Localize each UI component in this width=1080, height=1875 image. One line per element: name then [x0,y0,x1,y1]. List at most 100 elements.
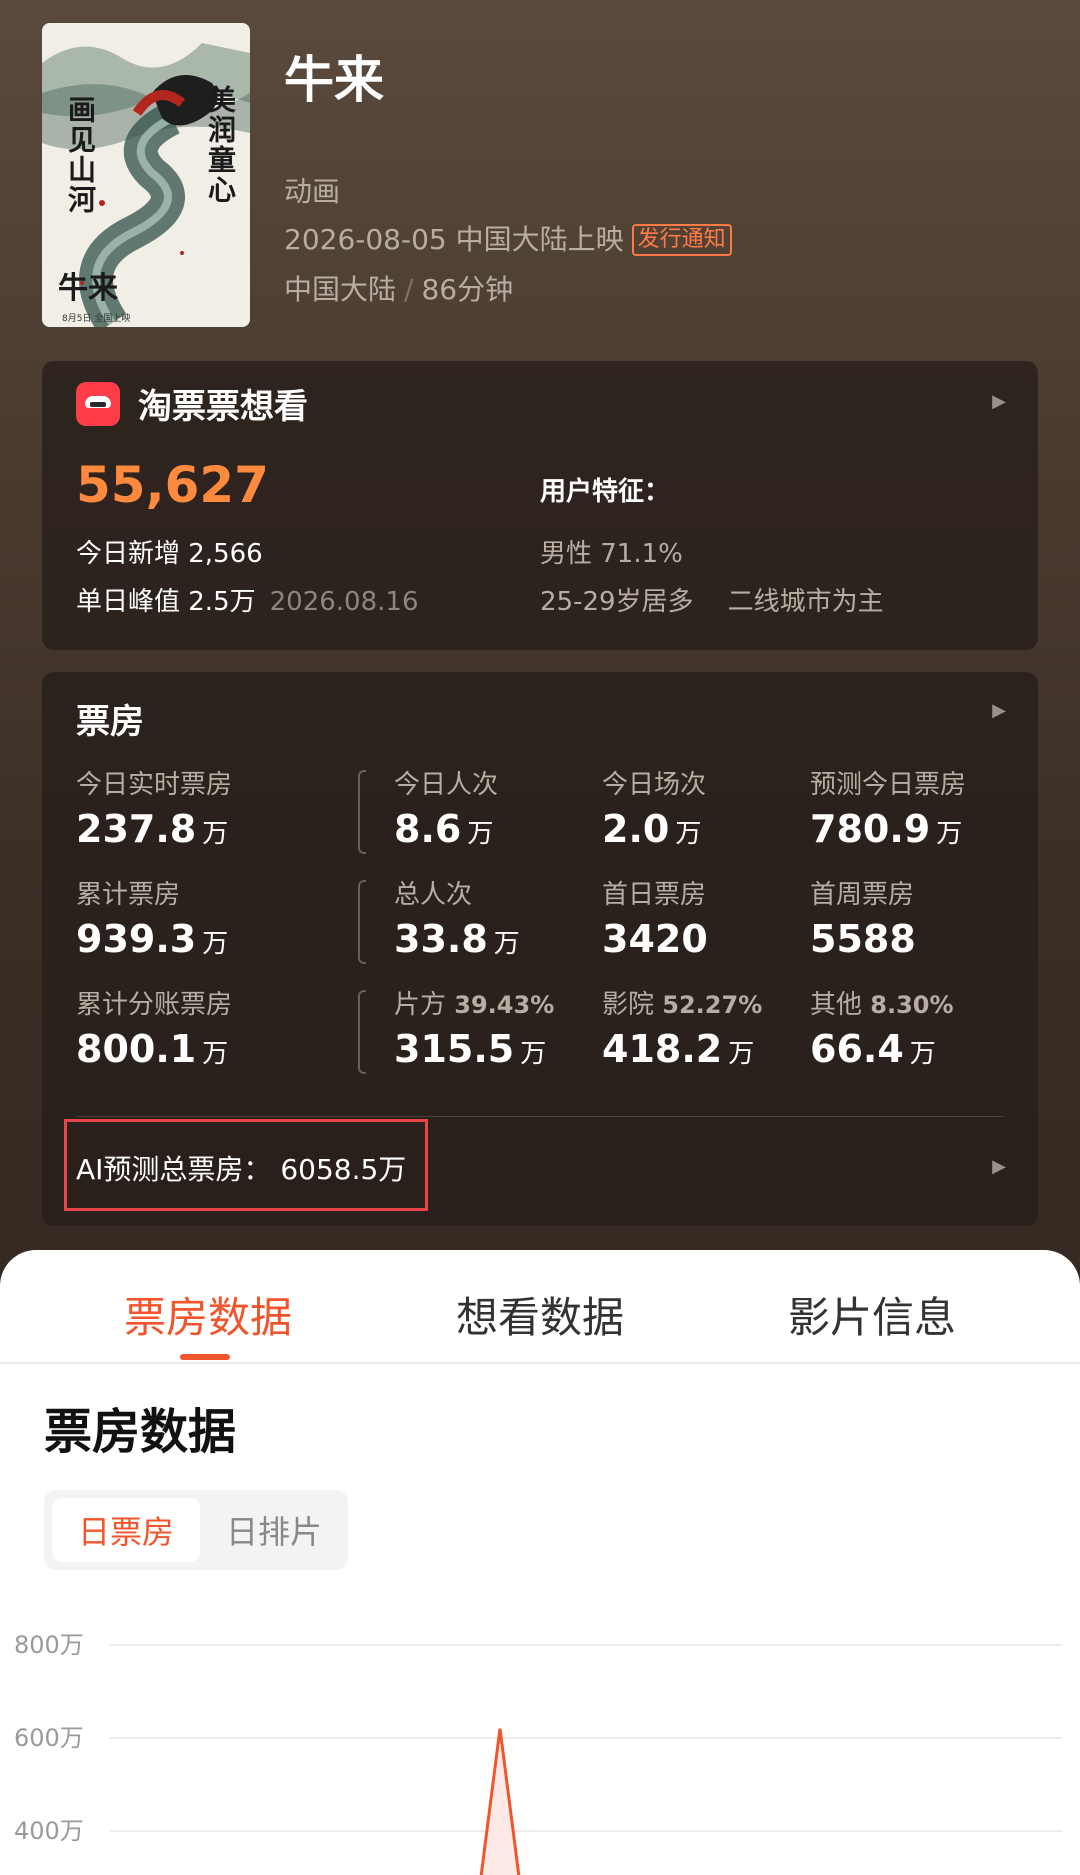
stat-unit: 万 [202,929,229,959]
stat-number: 418.2 [602,1027,723,1071]
stat-value: 315.5 万 [394,1027,554,1071]
tab-movie-info[interactable]: 影片信息 [788,1284,956,1345]
stat-label: 今日人次 [394,770,499,800]
stat-unit: 万 [520,1039,547,1069]
stat-label: 预测今日票房 [810,770,967,800]
stat-cinema-share: 影院 52.27% 418.2 万 [602,984,762,1071]
stat-label: 累计票房 [76,880,181,910]
stat-value: 800.1 万 [76,1027,232,1071]
stat-unit: 万 [493,929,520,959]
stat-number: 237.8 [76,807,197,851]
movie-genre: 动画 [284,175,341,208]
taopiaopiao-logo-icon [76,382,120,426]
user-gender: 男性 71.1% [540,539,683,569]
stat-today-boxoffice: 今日实时票房 237.8 万 [76,764,232,851]
stat-number: 2.0 [602,807,670,851]
poster-tagline-left: 画见山河 [64,95,97,215]
want-peak-date: 2026.08.16 [269,587,419,617]
boxoffice-title: 票房 [76,702,144,742]
stat-unit: 万 [728,1039,755,1069]
y-tick-label: 800万 [14,1631,84,1659]
chevron-right-icon[interactable]: ▶ [992,391,1006,412]
stat-value: 33.8 万 [394,917,520,961]
stat-value: 8.6 万 [394,807,498,851]
toggle-daily-schedule[interactable]: 日排片 [208,1498,340,1562]
stat-label-text: 其他 [810,990,863,1020]
stat-value: 780.9 万 [810,807,966,851]
stat-first-week: 首周票房 5588 [810,874,916,961]
stat-unit: 万 [675,819,702,849]
stat-forecast-today: 预测今日票房 780.9 万 [810,764,966,851]
movie-release: 2026-08-05 中国大陆上映 发行通知 [284,218,732,258]
stat-label: 首周票房 [810,880,915,910]
stat-number: 8.6 [394,807,462,851]
stat-first-day: 首日票房 3420 [602,874,708,961]
y-tick-label: 400万 [14,1817,84,1845]
want-peak: 单日峰值 2.5万 [76,587,256,617]
tab-boxoffice-data[interactable]: 票房数据 [124,1284,292,1345]
stat-number: 5588 [810,917,916,961]
stat-value: 5588 [810,917,916,961]
movie-title: 牛来 [284,51,384,109]
stat-number: 66.4 [810,1027,904,1071]
chevron-right-icon[interactable]: ▶ [992,1156,1006,1177]
toggle-daily-boxoffice[interactable]: 日票房 [52,1498,200,1562]
data-panel: 票房数据 想看数据 影片信息 票房数据 日票房 日排片 800万 600万 400万 [0,1250,1080,1875]
stat-divider [358,880,366,964]
stat-number: 780.9 [810,807,931,851]
stat-value: 2.0 万 [602,807,706,851]
stat-number: 939.3 [76,917,197,961]
boxoffice-card[interactable]: 票房 ▶ 今日实时票房 237.8 万 今日人次 8.6 万 今日场次 2.0 万 预… [42,672,1038,1226]
movie-country: 中国大陆 [284,273,397,306]
stat-percent: 52.27% [662,991,763,1019]
release-badge[interactable]: 发行通知 [631,224,732,256]
boxoffice-line-chart: 800万 600万 400万 [14,1631,1062,1875]
stat-value: 418.2 万 [602,1027,762,1071]
want-today-new: 今日新增 2,566 [76,539,263,569]
stat-value: 66.4 万 [810,1027,954,1071]
stat-value: 3420 [602,917,708,961]
stat-divider [358,990,366,1074]
stat-unit: 万 [202,1039,229,1069]
movie-poster[interactable]: 美润童心 画见山河 牛来 8月5日 全国上映 [42,23,250,327]
stat-unit: 万 [467,819,494,849]
stat-today-admissions: 今日人次 8.6 万 [394,764,498,851]
divider [0,1362,1080,1364]
stat-label-text: 影院 [602,990,655,1020]
tab-active-indicator [180,1354,230,1360]
stat-label: 首日票房 [602,880,707,910]
user-features-title: 用户特征： [540,477,671,507]
divider [76,1116,1004,1117]
want-peak-row: 单日峰值 2.5万 2026.08.16 [76,581,419,618]
stat-label: 累计分账票房 [76,990,233,1020]
stat-other-share: 其他 8.30% 66.4 万 [810,984,954,1071]
stat-label: 影院 52.27% [602,984,762,1021]
want-title: 淘票票想看 [138,387,308,427]
stat-value: 237.8 万 [76,807,232,851]
movie-country-duration: 中国大陆/86分钟 [284,268,513,308]
ai-forecast-text[interactable]: AI预测总票房： 6058.5万 [76,1148,406,1188]
user-age: 25-29岁居多 [540,587,694,617]
stat-number: 33.8 [394,917,488,961]
movie-duration: 86分钟 [421,273,514,306]
stat-label: 今日实时票房 [76,770,233,800]
chevron-right-icon[interactable]: ▶ [992,700,1006,721]
stat-number: 800.1 [76,1027,197,1071]
tab-want-data[interactable]: 想看数据 [456,1284,624,1345]
stat-today-screenings: 今日场次 2.0 万 [602,764,706,851]
y-tick-label: 600万 [14,1724,84,1752]
want-count: 55,627 [76,456,269,514]
stat-label: 其他 8.30% [810,984,954,1021]
stat-total-admissions: 总人次 33.8 万 [394,874,520,961]
stat-label: 片方 39.43% [394,984,554,1021]
stat-label-text: 片方 [394,990,447,1020]
stat-unit: 万 [909,1039,936,1069]
separator: / [404,273,414,306]
stat-unit: 万 [936,819,963,849]
stat-value: 939.3 万 [76,917,228,961]
poster-date: 8月5日 全国上映 [62,314,131,324]
stat-number: 3420 [602,917,708,961]
stat-percent: 39.43% [454,991,555,1019]
want-card[interactable]: 淘票票想看 ▶ 55,627 今日新增 2,566 单日峰值 2.5万 2026.… [42,361,1038,650]
user-demographics: 25-29岁居多 二线城市为主 [540,581,884,618]
